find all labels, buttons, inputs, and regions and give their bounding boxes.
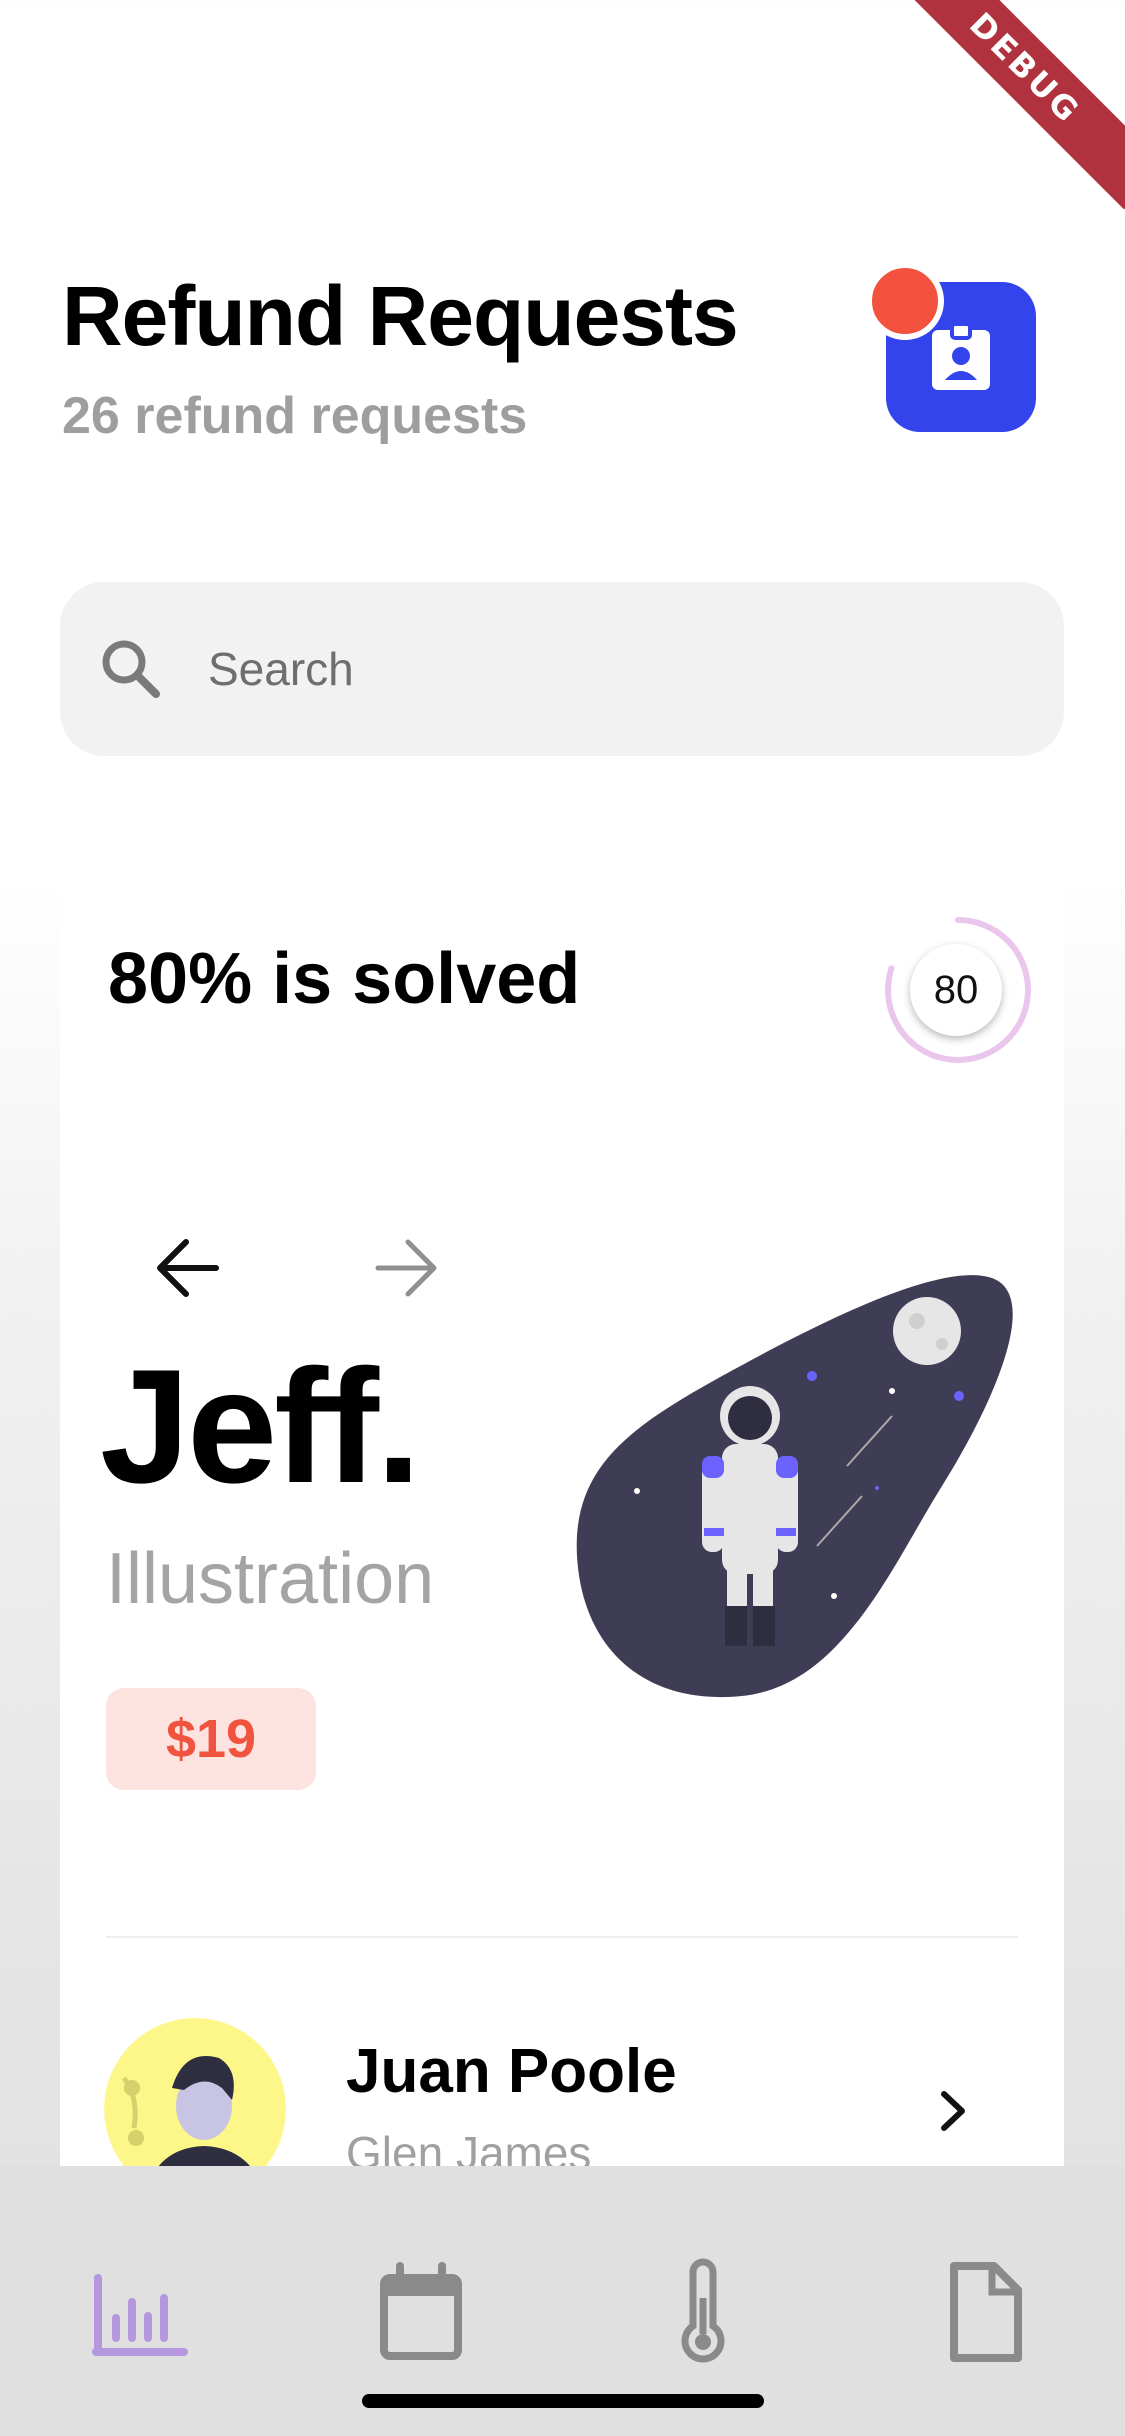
featured-name: Jeff. xyxy=(100,1336,421,1517)
arrow-right-icon[interactable] xyxy=(364,1226,448,1310)
list-item-name: Juan Poole xyxy=(346,2037,677,2106)
calendar-icon[interactable] xyxy=(366,2258,476,2368)
arrow-left-icon[interactable] xyxy=(146,1226,230,1310)
progress-value: 80 xyxy=(910,944,1002,1036)
document-icon[interactable] xyxy=(930,2258,1040,2368)
search-bar[interactable] xyxy=(60,582,1064,756)
page-title: Refund Requests xyxy=(62,269,739,363)
astronaut-illustration xyxy=(576,1275,1013,1698)
progress-title: 80% is solved xyxy=(108,939,581,1019)
search-icon xyxy=(102,640,160,698)
avatar xyxy=(104,2018,286,2166)
divider xyxy=(106,1936,1018,1938)
list-item-subtitle: Glen James xyxy=(346,2127,592,2166)
id-badge-icon xyxy=(932,322,990,390)
chevron-right-icon[interactable] xyxy=(920,2078,986,2144)
notification-dot xyxy=(866,262,944,340)
thermometer-icon[interactable] xyxy=(648,2258,758,2368)
price-badge: $19 xyxy=(106,1688,316,1790)
featured-role: Illustration xyxy=(106,1539,435,1619)
search-input[interactable] xyxy=(206,641,1010,697)
refund-card: 80% is solved 80 Jeff. Illustration $19 xyxy=(60,886,1064,2166)
debug-banner: DEBUG xyxy=(883,0,1125,210)
bar-chart-icon[interactable] xyxy=(86,2258,196,2368)
home-indicator[interactable] xyxy=(362,2394,764,2408)
page-subtitle: 26 refund requests xyxy=(62,387,528,445)
